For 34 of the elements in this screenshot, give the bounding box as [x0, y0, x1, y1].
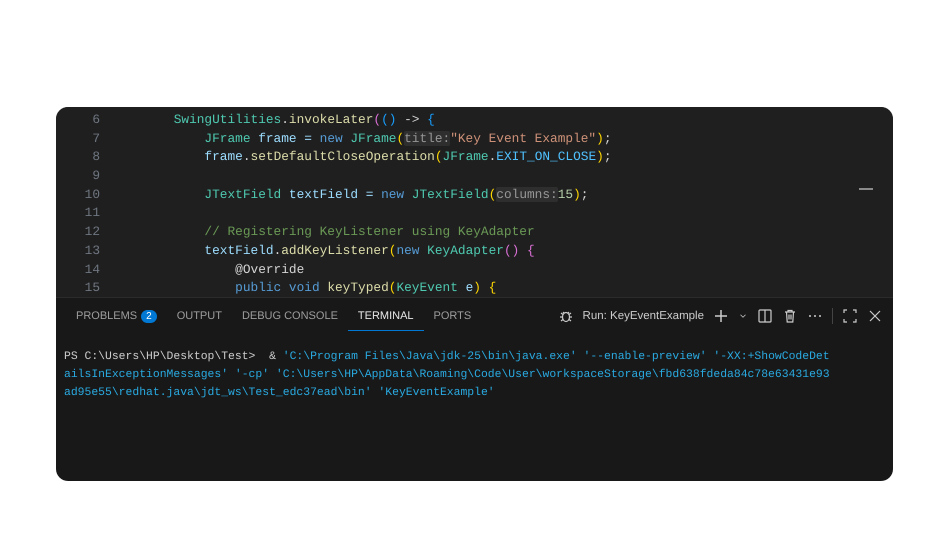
code-line: public void keyTyped(KeyEvent e) { — [234, 279, 496, 297]
panel-tab[interactable]: OUTPUT — [166, 302, 232, 330]
terminal-line: PS C:\Users\HP\Desktop\Test> & 'C:\Program Files\Java\jdk-25\bin\java.exe' '--enable-preview' '-XX:+ShowCodeDet — [64, 350, 831, 365]
count-badge: 2 — [141, 310, 157, 322]
code-line: JTextField textField = new JTextField(columns:15); — [203, 186, 588, 204]
line-number: 6 — [91, 111, 101, 129]
line-number: 8 — [91, 148, 101, 166]
panel-tab[interactable]: DEBUG CONSOLE — [232, 302, 348, 330]
line-number: 15 — [84, 279, 101, 297]
line-number: 13 — [84, 242, 101, 260]
panel-tab[interactable]: PORTS — [424, 302, 482, 330]
terminal-line: ad95e55\redhat.java\jdt_ws\Test_edc37ead\bin' 'KeyEventExample' — [64, 386, 496, 401]
code-line: SwingUtilities.invokeLater(() -> { — [172, 111, 435, 129]
overview-ruler-mark — [859, 188, 873, 190]
panel-tab[interactable]: PROBLEMS 2 — [66, 302, 167, 330]
line-number: 12 — [84, 223, 101, 242]
terminal-line: ailsInExceptionMessages' '-cp' 'C:\Users\HP\AppData\Roaming\Code\User\workspaceStorage\fbd638fdeda84c78e63431e93 — [64, 368, 831, 383]
code-line: frame.setDefaultCloseOperation(JFrame.EXIT_ON_CLOSE); — [203, 148, 612, 166]
line-number: 14 — [84, 260, 101, 278]
line-number: 7 — [91, 130, 101, 148]
line-number: 10 — [84, 186, 101, 204]
maximize-icon[interactable] — [842, 308, 858, 324]
line-number: 11 — [84, 204, 101, 222]
plus-icon[interactable] — [713, 308, 729, 324]
code-line: // Registering KeyListener using KeyAdapter — [203, 223, 535, 242]
trash-icon[interactable] — [782, 308, 798, 324]
code-line: @Override — [234, 260, 304, 278]
line-number: 9 — [91, 167, 101, 186]
close-icon[interactable] — [867, 308, 883, 324]
code-line: textField.addKeyListener(new KeyAdapter() { — [203, 242, 535, 260]
terminal-name[interactable]: Run: KeyEventExample — [582, 310, 704, 322]
code-line: JFrame frame = new JFrame(title:"Key Event Example"); — [203, 130, 612, 148]
split-icon[interactable] — [757, 308, 773, 324]
panel-tab[interactable]: TERMINAL — [348, 302, 424, 330]
